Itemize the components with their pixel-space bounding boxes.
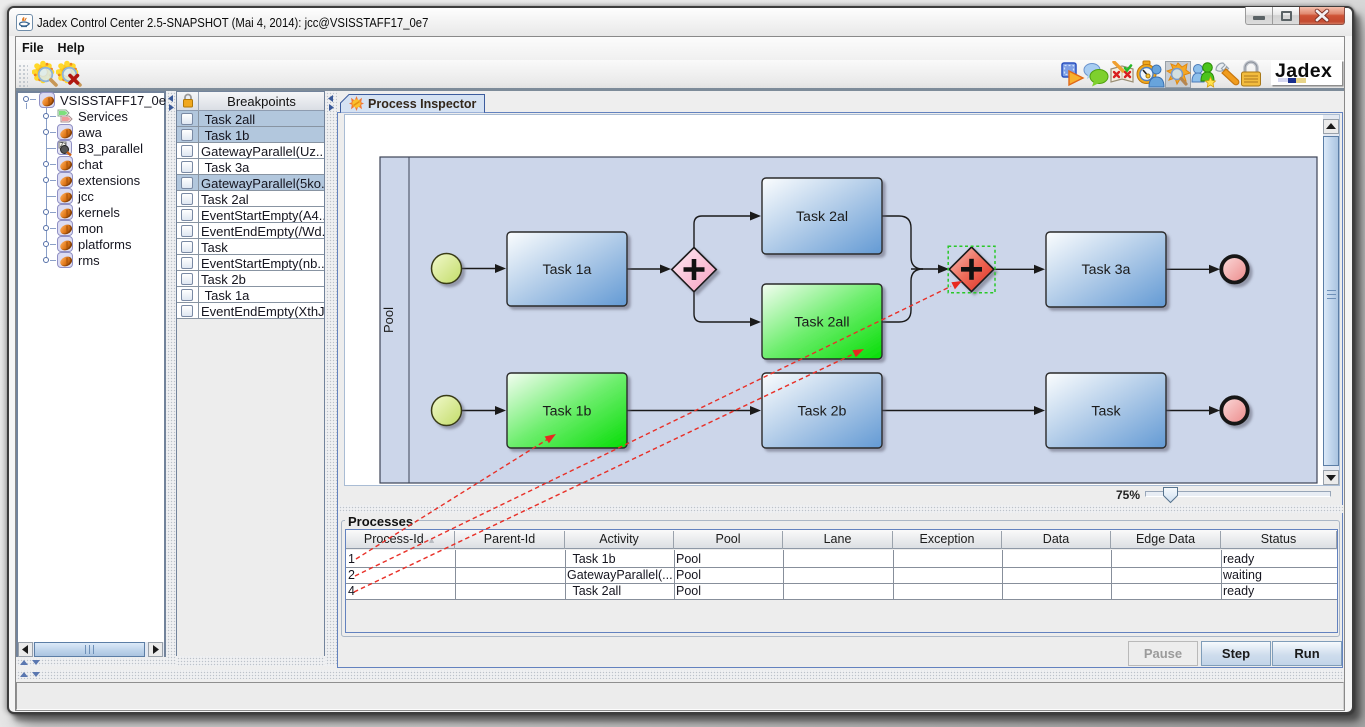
svg-text:Task 3a: Task 3a bbox=[1082, 262, 1131, 278]
svg-text:Task 2al: Task 2al bbox=[796, 209, 848, 225]
svg-text:Task 2all: Task 2all bbox=[794, 314, 849, 330]
svg-text:Task 1b: Task 1b bbox=[543, 403, 592, 419]
svg-text:Task: Task bbox=[1091, 403, 1121, 419]
svg-text:Task 1a: Task 1a bbox=[543, 262, 592, 278]
svg-text:Pool: Pool bbox=[381, 307, 396, 333]
svg-text:Task 2b: Task 2b bbox=[798, 403, 847, 419]
